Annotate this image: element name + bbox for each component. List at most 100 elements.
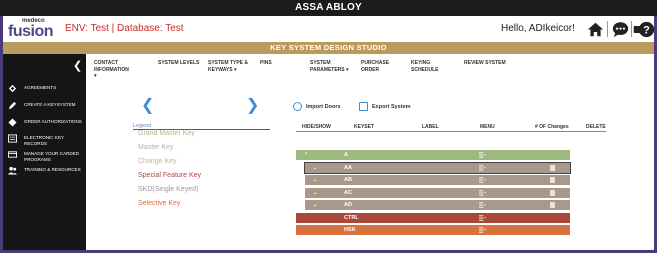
keyset-row[interactable]: HSK [296, 225, 570, 235]
header-keyset: KEYSET [354, 124, 375, 130]
home-icon[interactable] [587, 21, 604, 38]
keyset-row[interactable]: ⌄ AC [305, 187, 570, 198]
export-system-label: Export System [372, 103, 411, 110]
trash-icon[interactable] [550, 189, 555, 196]
chevron-down-icon: ▾ [346, 66, 349, 73]
row-menu-icon[interactable] [479, 152, 486, 158]
legend-item: Selective Key [138, 200, 181, 207]
tab-review-system[interactable]: REVIEW SYSTEM [464, 60, 506, 67]
row-menu-icon[interactable] [479, 164, 486, 171]
tab-pins[interactable]: PINS [260, 60, 272, 67]
card-icon [8, 151, 17, 158]
keyset-name: CTRL [344, 214, 359, 221]
tab-system-levels[interactable]: SYSTEM LEVELS [158, 60, 199, 67]
keyset-name: AA [344, 164, 352, 171]
people-icon [8, 166, 17, 175]
studio-banner: KEY SYSTEM DESIGN STUDIO [3, 42, 654, 54]
keyset-row[interactable]: ⌃ A [296, 150, 570, 160]
next-step-icon[interactable]: ❯ [246, 95, 259, 115]
studio-title: KEY SYSTEM DESIGN STUDIO [270, 43, 387, 52]
tab-system-parameters[interactable]: SYSTEM PARAMETERS ▾ [310, 60, 355, 73]
import-doors-label: Import Doors [306, 103, 341, 110]
header-separator [631, 21, 632, 37]
keyset-name: AB [344, 177, 352, 183]
chevron-down-icon[interactable]: ⌄ [313, 163, 317, 173]
tab-label: PURCHASE ORDER [361, 60, 390, 73]
keyset-row[interactable]: ⌄ AD [305, 200, 570, 210]
trash-icon[interactable] [550, 202, 555, 208]
legend-item: Grand Master Key [138, 130, 195, 137]
keyset-name: AD [344, 202, 352, 208]
header-delete: DELETE [586, 124, 606, 130]
legend-item: Change Key [138, 158, 177, 165]
brand-title: ASSA ABLOY [295, 2, 362, 13]
tab-keying-schedule[interactable]: KEYING SCHEDULE [411, 60, 445, 73]
previous-step-icon[interactable]: ❮ [141, 95, 154, 115]
list-icon [8, 134, 17, 143]
upload-icon [293, 102, 302, 111]
chevron-down-icon: ▾ [94, 73, 97, 79]
chevron-down-icon[interactable]: ⌄ [313, 188, 317, 198]
trash-icon[interactable] [550, 177, 555, 183]
tab-purchase-order[interactable]: PURCHASE ORDER [361, 60, 393, 73]
collapse-sidebar-icon[interactable]: ❮ [73, 59, 82, 72]
row-menu-icon[interactable] [479, 177, 486, 183]
tab-label: PINS [260, 60, 272, 66]
header-label: LABEL [422, 124, 439, 130]
sidebar-item-label: TRAINING & RESOURCES [24, 167, 81, 172]
main-content: ❮ ❯ Legend Grand Master Key Master Key Cha… [86, 90, 654, 250]
keyset-row[interactable]: ⌄ AA [304, 161, 571, 174]
header-separator [607, 21, 608, 37]
keyset-row[interactable]: CTRL [296, 212, 570, 223]
tab-contact-information[interactable]: CONTACT INFORMATION ▾ [94, 60, 142, 80]
tab-label: CONTACT INFORMATION [94, 60, 129, 73]
header-changes: # OF Changes [535, 124, 569, 130]
chevron-down-icon[interactable]: ⌄ [313, 200, 317, 210]
sidebar-item-label: ELECTRONIC KEY RECORDS [24, 135, 64, 146]
tab-label: SYSTEM TYPE & KEYWAYS [208, 60, 249, 73]
header-menu: MENU [480, 124, 495, 130]
import-doors-button[interactable]: Import Doors [293, 102, 341, 111]
tab-label: SYSTEM LEVELS [158, 60, 200, 66]
keyset-name: A [344, 152, 348, 158]
fusion-logo[interactable]: medeco fusion [8, 18, 56, 40]
row-menu-icon[interactable] [479, 214, 486, 221]
svg-text:?: ? [643, 24, 650, 36]
pencil-icon [8, 101, 17, 110]
keyset-name: HSK [344, 227, 356, 233]
tab-label: KEYING SCHEDULE [411, 60, 439, 73]
help-icon[interactable]: ? [638, 21, 655, 38]
keyset-name: AC [344, 189, 352, 196]
header-divider [296, 131, 606, 132]
environment-label: ENV: Test | Database: Test [65, 23, 184, 34]
legend-item: Master Key [138, 144, 174, 151]
chevron-down-icon[interactable]: ⌄ [313, 175, 317, 185]
tab-label: SYSTEM PARAMETERS [310, 60, 345, 73]
tab-system-type-keyways[interactable]: SYSTEM TYPE & KEYWAYS ▾ [208, 60, 256, 73]
app-header: medeco fusion ENV: Test | Database: Test… [3, 16, 654, 42]
tab-label: REVIEW SYSTEM [464, 60, 506, 66]
export-system-button[interactable]: Export System [359, 102, 411, 111]
logo-main-text: fusion [8, 23, 54, 40]
wizard-steps-nav: CONTACT INFORMATION ▾ SYSTEM LEVELS SYSTE… [86, 54, 654, 90]
sidebar-item-label: ORDER AUTHORIZATIONS [24, 119, 82, 124]
row-menu-icon[interactable] [479, 189, 486, 196]
sidebar-item-label: AGREEMENTS [24, 85, 57, 90]
legend-item: SKD(Single Keyed) [138, 186, 199, 193]
handshake-icon [8, 84, 17, 93]
user-greeting: Hello, ADIkeicor! [501, 23, 575, 34]
brand-bar: ASSA ABLOY [0, 0, 657, 16]
row-menu-icon[interactable] [479, 202, 486, 208]
chat-icon[interactable] [612, 21, 629, 38]
row-menu-icon[interactable] [479, 227, 486, 233]
legend-item: Special Feature Key [138, 172, 202, 179]
download-icon [359, 102, 368, 111]
keyset-row[interactable]: ⌄ AB [305, 175, 570, 185]
sidebar: ❮ AGREEMENTS CREATE A KEYSYSTEM ORDER AU… [3, 54, 86, 250]
diamond-icon [8, 118, 17, 127]
chevron-up-icon[interactable]: ⌃ [304, 150, 308, 160]
chevron-down-icon: ▾ [233, 66, 237, 73]
header-hide-show: HIDE/SHOW [302, 124, 331, 130]
trash-icon[interactable] [550, 164, 555, 171]
sidebar-item-label: CREATE A KEYSYSTEM [24, 102, 76, 107]
